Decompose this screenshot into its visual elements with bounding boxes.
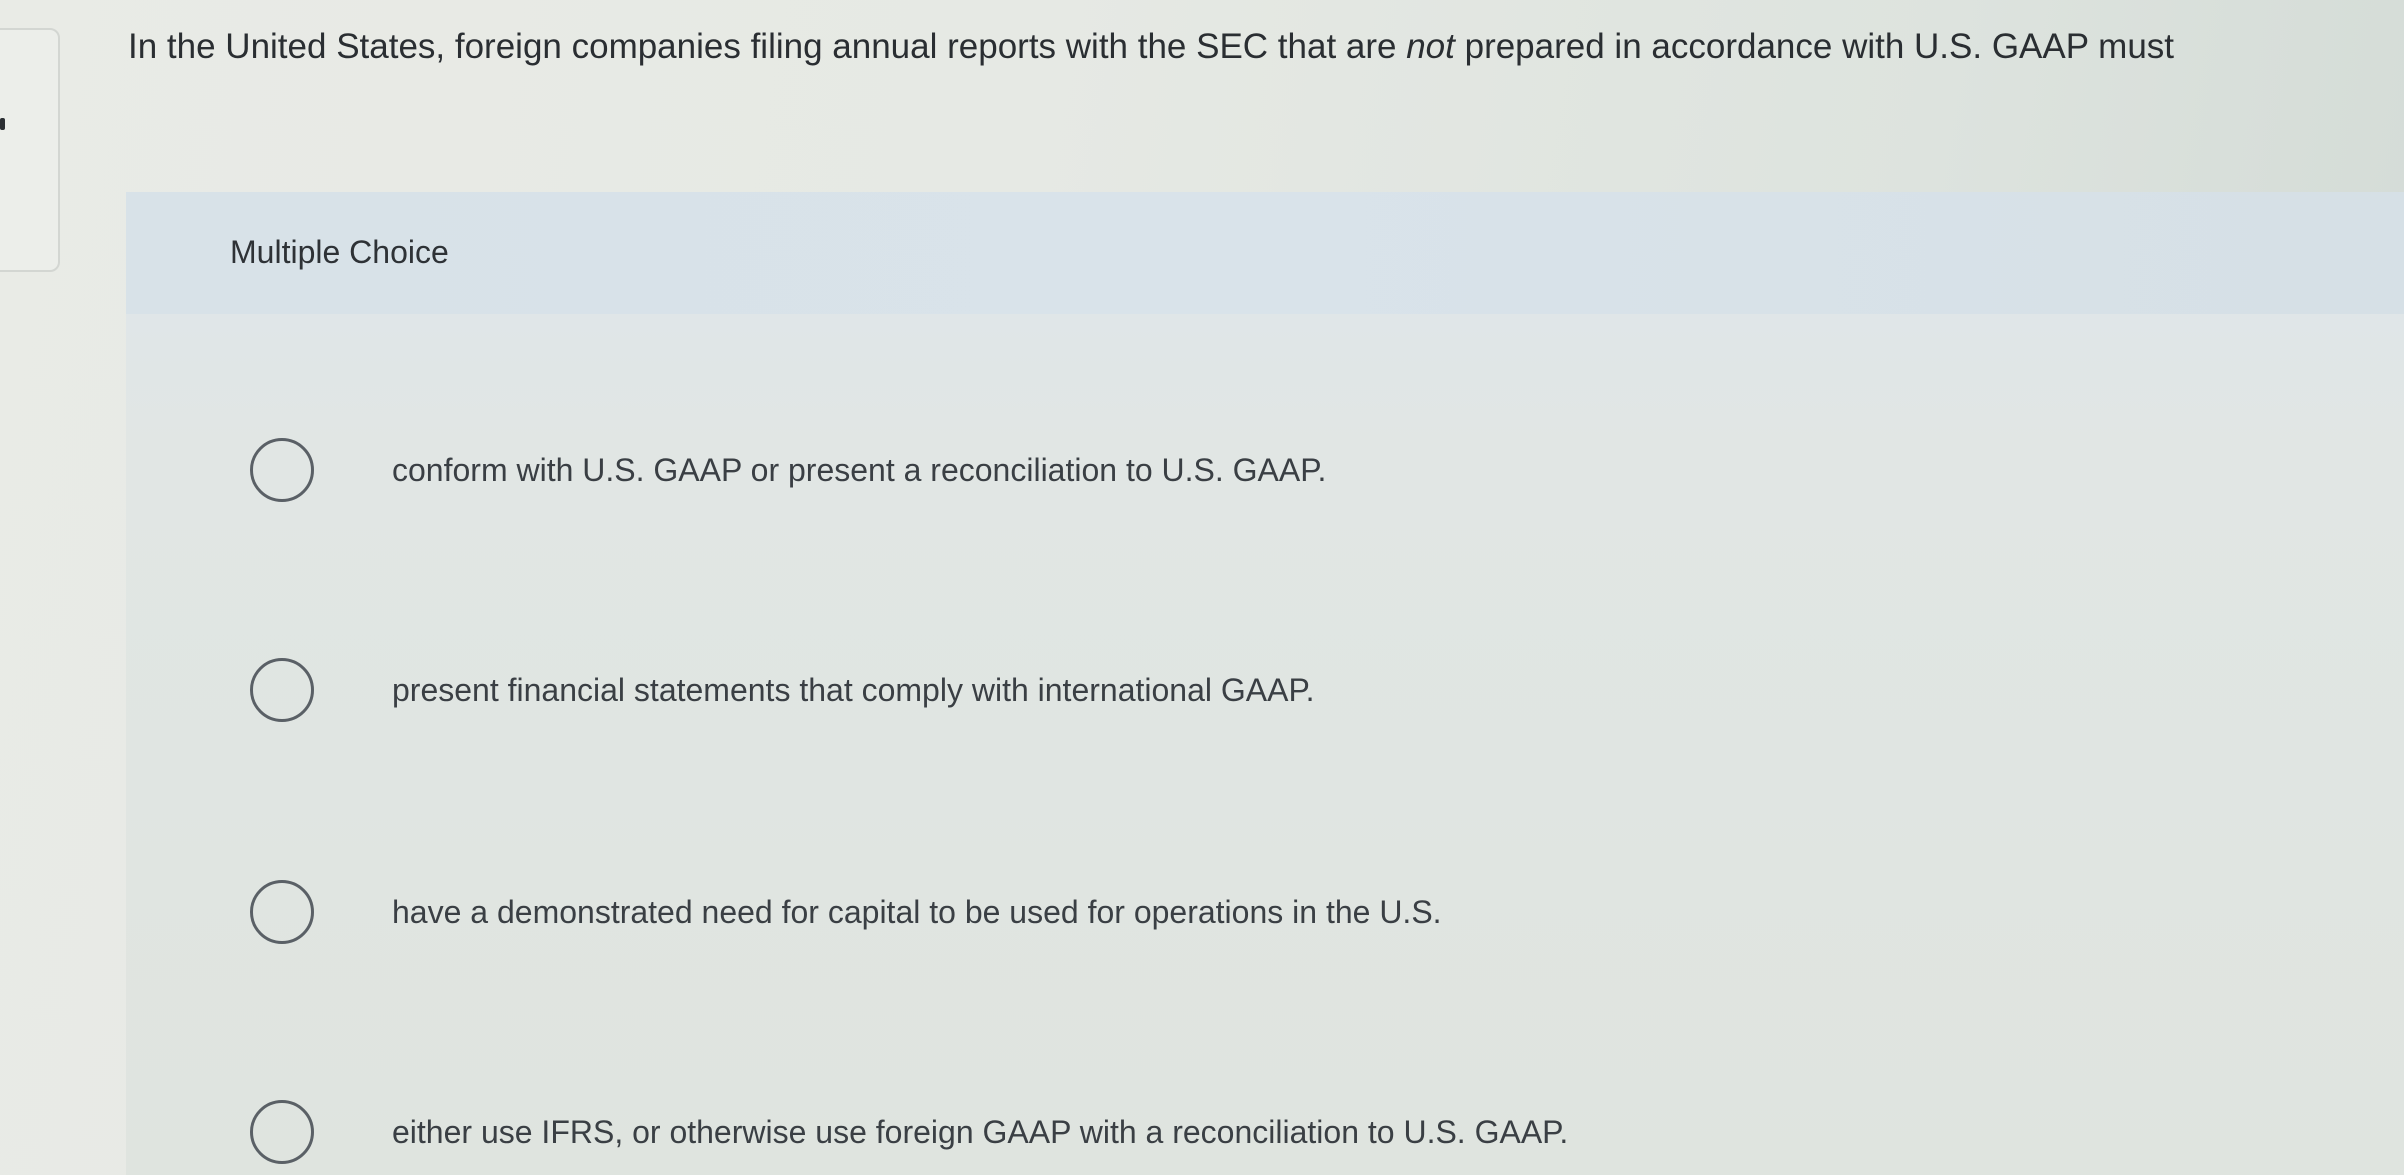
answer-options: conform with U.S. GAAP or present a reco… [126,192,2404,1175]
question-text: In the United States, foreign companies … [128,22,2378,72]
answer-option-4-label: either use IFRS, or otherwise use foreig… [392,1114,1569,1150]
multiple-choice-panel: Multiple Choice conform with U.S. GAAP o… [126,192,2404,1175]
radio-unselected-icon[interactable] [250,658,314,722]
answer-option-1[interactable]: conform with U.S. GAAP or present a reco… [126,438,1626,508]
radio-unselected-icon[interactable] [250,880,314,944]
radio-unselected-icon[interactable] [250,438,314,502]
answer-option-3-label: have a demonstrated need for capital to … [392,894,1442,930]
answer-option-1-label: conform with U.S. GAAP or present a reco… [392,452,1327,488]
question-text-before: In the United States, foreign companies … [128,27,1407,66]
left-panel-edge [0,28,60,272]
question-text-after: prepared in accordance with U.S. GAAP mu… [1454,27,2175,66]
answer-option-4[interactable]: either use IFRS, or otherwise use foreig… [126,1100,1626,1170]
left-edge-marker [0,118,5,130]
question-text-emphasis: not [1406,27,1455,66]
answer-option-2[interactable]: present financial statements that comply… [126,658,1626,728]
radio-unselected-icon[interactable] [250,1100,314,1164]
answer-option-3[interactable]: have a demonstrated need for capital to … [126,880,1626,950]
answer-option-2-label: present financial statements that comply… [392,672,1315,708]
